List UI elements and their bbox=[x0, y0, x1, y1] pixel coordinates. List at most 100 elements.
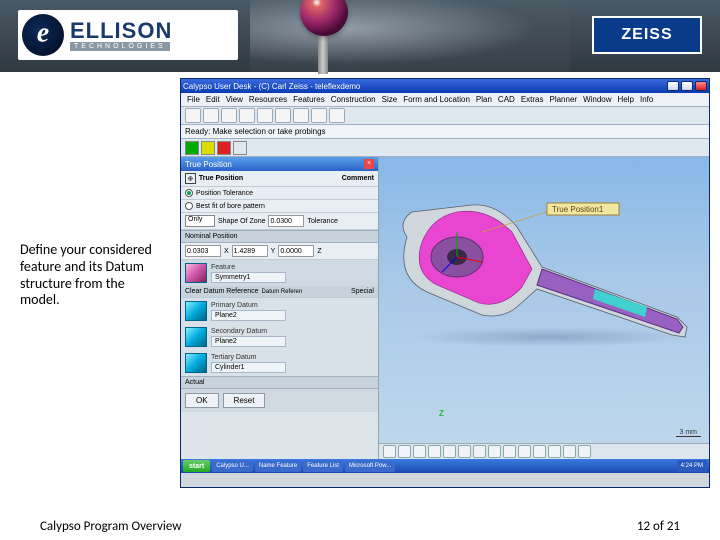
menubar[interactable]: File Edit View Resources Features Constr… bbox=[181, 93, 709, 107]
primary-datum-block[interactable]: Primary Datum Plane2 bbox=[181, 298, 378, 324]
feature-block[interactable]: Feature Symmetry1 bbox=[181, 260, 378, 286]
menu-cad[interactable]: CAD bbox=[496, 95, 517, 104]
nominal-y-input[interactable] bbox=[232, 245, 268, 257]
toolbar-secondary bbox=[181, 139, 709, 157]
vp-tool-button[interactable] bbox=[548, 445, 561, 458]
toolbar-button[interactable] bbox=[203, 108, 219, 123]
vp-tool-button[interactable] bbox=[488, 445, 501, 458]
datum-ref-label[interactable]: Datum Referen bbox=[262, 289, 303, 295]
vp-tool-button[interactable] bbox=[533, 445, 546, 458]
radio-position-tolerance[interactable] bbox=[185, 189, 193, 197]
vp-tool-button[interactable] bbox=[413, 445, 426, 458]
panel-title: True Position bbox=[185, 160, 232, 169]
vp-tool-button[interactable] bbox=[398, 445, 411, 458]
close-button[interactable] bbox=[695, 81, 707, 91]
secondary-datum-block[interactable]: Secondary Datum Plane2 bbox=[181, 324, 378, 350]
toolbar-button[interactable] bbox=[221, 108, 237, 123]
system-tray[interactable]: 4:24 PM bbox=[677, 460, 707, 472]
vp-tool-button[interactable] bbox=[383, 445, 396, 458]
vp-tool-button[interactable] bbox=[578, 445, 591, 458]
vp-tool-button[interactable] bbox=[428, 445, 441, 458]
feature-value[interactable]: Symmetry1 bbox=[211, 272, 286, 283]
menu-construction[interactable]: Construction bbox=[329, 95, 378, 104]
tertiary-datum-block[interactable]: Tertiary Datum Cylinder1 bbox=[181, 350, 378, 376]
taskbar-item[interactable]: Name Feature bbox=[255, 461, 301, 472]
slide-footer: Calypso Program Overview 12 of 21 bbox=[0, 512, 720, 540]
menu-file[interactable]: File bbox=[185, 95, 202, 104]
nominal-section: Nominal Position bbox=[181, 230, 378, 243]
taskbar-item[interactable]: Microsoft Pow... bbox=[345, 461, 395, 472]
col-label: True Position bbox=[199, 175, 243, 182]
vp-tool-button[interactable] bbox=[458, 445, 471, 458]
nominal-x-input[interactable] bbox=[185, 245, 221, 257]
menu-window[interactable]: Window bbox=[581, 95, 613, 104]
primary-value[interactable]: Plane2 bbox=[211, 310, 286, 321]
menu-features[interactable]: Features bbox=[291, 95, 327, 104]
green-indicator-icon[interactable] bbox=[185, 141, 199, 155]
toolbar-button[interactable] bbox=[257, 108, 273, 123]
nominal-row: X Y Z bbox=[181, 243, 378, 260]
option-row[interactable]: Position Tolerance bbox=[181, 187, 378, 200]
toolbar-button[interactable] bbox=[329, 108, 345, 123]
ok-button[interactable]: OK bbox=[185, 393, 219, 408]
vp-tool-button[interactable] bbox=[503, 445, 516, 458]
window-titlebar[interactable]: Calypso User Desk - (C) Carl Zeiss - tel… bbox=[181, 79, 709, 93]
toolbar-button[interactable] bbox=[185, 108, 201, 123]
panel-titlebar[interactable]: True Position × bbox=[181, 157, 378, 171]
menu-view[interactable]: View bbox=[224, 95, 245, 104]
panel-close-icon[interactable]: × bbox=[364, 159, 374, 169]
toolbar-button[interactable] bbox=[293, 108, 309, 123]
zone-mode-dropdown[interactable]: Only bbox=[185, 215, 215, 227]
taskbar-item[interactable]: Feature List bbox=[303, 461, 343, 472]
viewport-toolbar bbox=[379, 443, 709, 459]
secondary-value[interactable]: Plane2 bbox=[211, 336, 286, 347]
menu-info[interactable]: Info bbox=[638, 95, 655, 104]
cad-viewport[interactable]: True Position1 3 mm bbox=[379, 157, 709, 459]
footer-title: Calypso Program Overview bbox=[40, 519, 182, 534]
start-button[interactable]: start bbox=[183, 460, 210, 472]
reset-button[interactable]: Reset bbox=[223, 393, 266, 408]
menu-edit[interactable]: Edit bbox=[204, 95, 222, 104]
vp-tool-button[interactable] bbox=[473, 445, 486, 458]
zeiss-text: ZEISS bbox=[621, 26, 672, 44]
radio-best-fit[interactable] bbox=[185, 202, 193, 210]
minimize-button[interactable] bbox=[667, 81, 679, 91]
windows-taskbar[interactable]: start Calypso U... Name Feature Feature … bbox=[181, 459, 709, 473]
option-row[interactable]: Best fit of bore pattern bbox=[181, 200, 378, 213]
nominal-z-input[interactable] bbox=[278, 245, 314, 257]
viewport-scale: 3 mm bbox=[676, 429, 702, 437]
part-3d-graphic: True Position1 bbox=[387, 177, 707, 377]
probe-stem bbox=[318, 34, 328, 74]
menu-form[interactable]: Form and Location bbox=[401, 95, 472, 104]
menu-resources[interactable]: Resources bbox=[247, 95, 289, 104]
secondary-label: Secondary Datum bbox=[211, 328, 286, 335]
menu-planner[interactable]: Planner bbox=[547, 95, 579, 104]
menu-extras[interactable]: Extras bbox=[519, 95, 546, 104]
vp-tool-button[interactable] bbox=[443, 445, 456, 458]
menu-plan[interactable]: Plan bbox=[474, 95, 494, 104]
zone-label: Shape Of Zone bbox=[218, 218, 265, 225]
toolbar-button[interactable] bbox=[239, 108, 255, 123]
vp-tool-button[interactable] bbox=[563, 445, 576, 458]
zone-row: Only Shape Of Zone Tolerance bbox=[181, 213, 378, 230]
datum-ref-row: Clear Datum Reference Datum Referen Spec… bbox=[181, 286, 378, 298]
taskbar-item[interactable]: Calypso U... bbox=[212, 461, 253, 472]
feature-cube-icon bbox=[185, 263, 207, 283]
opt-best-fit: Best fit of bore pattern bbox=[196, 203, 265, 210]
viewport-annotation: True Position1 bbox=[552, 205, 604, 214]
ellison-name: ELLISON bbox=[70, 20, 172, 42]
toolbar-button[interactable] bbox=[311, 108, 327, 123]
menu-size[interactable]: Size bbox=[380, 95, 400, 104]
maximize-button[interactable] bbox=[681, 81, 693, 91]
toolbar-icon[interactable] bbox=[233, 141, 247, 155]
true-position-panel: True Position × ⊕ True Position Comment … bbox=[181, 157, 379, 473]
special-label[interactable]: Special bbox=[351, 288, 374, 295]
yellow-indicator-icon[interactable] bbox=[201, 141, 215, 155]
menu-help[interactable]: Help bbox=[616, 95, 636, 104]
clear-datum-label[interactable]: Clear Datum Reference bbox=[185, 288, 259, 295]
zone-value-input[interactable] bbox=[268, 215, 304, 227]
red-indicator-icon[interactable] bbox=[217, 141, 231, 155]
tertiary-value[interactable]: Cylinder1 bbox=[211, 362, 286, 373]
vp-tool-button[interactable] bbox=[518, 445, 531, 458]
toolbar-button[interactable] bbox=[275, 108, 291, 123]
